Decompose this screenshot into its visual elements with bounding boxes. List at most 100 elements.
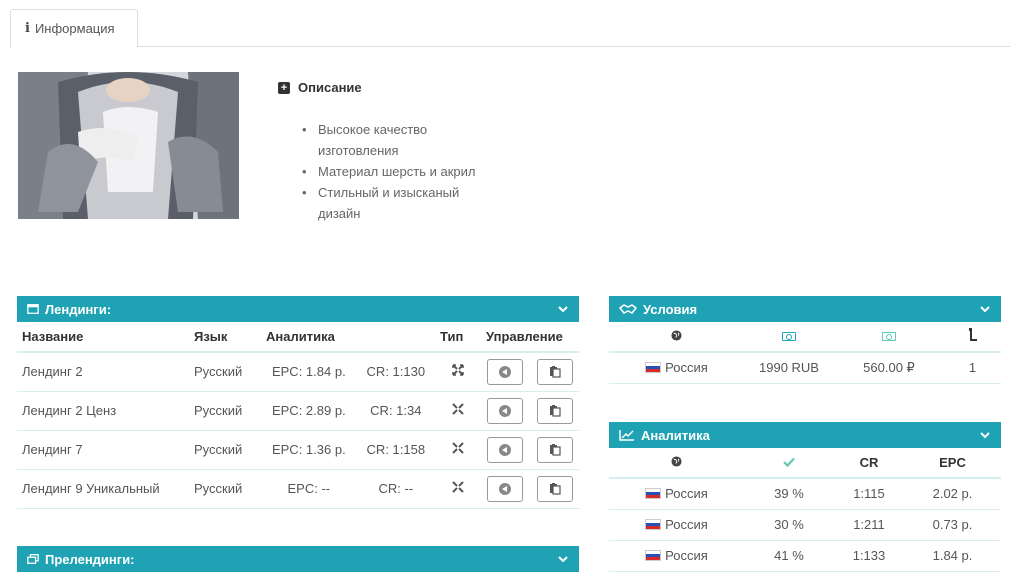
money-icon	[782, 332, 796, 341]
copy-button[interactable]	[536, 475, 573, 502]
conditions-title: Условия	[643, 301, 698, 317]
analytics-panel-header[interactable]: Аналитика	[609, 422, 1001, 448]
condition-price: 1990 RUB	[744, 352, 834, 384]
chevron-down-icon[interactable]	[557, 553, 569, 565]
expand-arrows-icon[interactable]	[452, 403, 464, 415]
play-icon	[499, 365, 512, 378]
preview-button[interactable]	[487, 475, 524, 502]
clipboard-icon	[549, 444, 561, 456]
landings-title: Лендинги:	[45, 301, 112, 317]
russia-flag-icon	[645, 519, 662, 530]
conditions-panel-header[interactable]: Условия	[609, 296, 1001, 322]
landing-cr: CR: 1:34	[356, 391, 435, 431]
analytics-column-epc: EPC	[904, 448, 1001, 479]
description-item: Высокое качество изготовления	[302, 119, 488, 161]
landing-lang: Русский	[189, 469, 261, 509]
analytics-title: Аналитика	[641, 427, 710, 443]
landings-table: Название Язык Аналитика Тип Управление Л…	[17, 322, 579, 509]
landing-cr: CR: --	[356, 469, 435, 509]
copy-button[interactable]	[536, 397, 573, 424]
landings-panel: Лендинги: Название Язык Аналитика Тип Уп…	[17, 296, 579, 509]
analytics-epc: 0.73 р.	[904, 509, 1001, 541]
description-list: Высокое качество изготовления Материал ш…	[278, 119, 538, 224]
landings-panel-header[interactable]: Лендинги:	[17, 296, 579, 322]
table-row: Лендинг 2 Русский EPC: 1.84 р. CR: 1:130	[17, 352, 579, 392]
landing-lang: Русский	[189, 391, 261, 431]
plus-square-icon: +	[278, 81, 290, 94]
expand-arrows-icon[interactable]	[452, 442, 464, 454]
column-header-lang: Язык	[189, 322, 261, 353]
landing-lang: Русский	[189, 352, 261, 392]
description-item: Материал шерсть и акрил	[302, 161, 488, 182]
landing-epc: EPC: 1.36 р.	[261, 430, 357, 470]
play-icon	[499, 482, 512, 495]
prelandings-title: Прелендинги:	[45, 551, 135, 567]
windows-icon	[27, 554, 39, 564]
condition-limit: 1	[944, 352, 1001, 384]
copy-button[interactable]	[536, 358, 573, 385]
line-chart-icon	[619, 430, 634, 441]
analytics-cr: 1:211	[834, 509, 904, 541]
table-row: Лендинг 7 Русский EPC: 1.36 р. CR: 1:158	[17, 430, 579, 470]
analytics-cr: 1:115	[834, 478, 904, 510]
tab-information-label: Информация	[34, 21, 115, 36]
money-icon-payout	[882, 332, 896, 341]
clipboard-icon	[549, 366, 561, 378]
play-icon	[499, 443, 512, 456]
landing-name: Лендинг 7	[17, 430, 189, 470]
analytics-approve: 41 %	[744, 540, 834, 572]
window-icon	[27, 304, 39, 314]
russia-flag-icon	[645, 550, 662, 561]
globe-icon	[671, 330, 682, 341]
description-title: Описание	[298, 80, 362, 95]
table-row: Россия 39 % 1:115 2.02 р.	[609, 478, 1001, 510]
prelandings-panel: Прелендинги:	[17, 546, 579, 572]
copy-button[interactable]	[536, 436, 573, 463]
table-row: Лендинг 2 Ценз Русский EPC: 2.89 р. CR: …	[17, 391, 579, 431]
analytics-country: Россия	[665, 486, 708, 502]
clipboard-icon	[549, 483, 561, 495]
column-header-manage: Управление	[481, 322, 579, 353]
condition-country: Россия	[665, 360, 708, 376]
landing-name: Лендинг 9 Уникальный	[17, 469, 189, 509]
analytics-country: Россия	[665, 548, 708, 563]
description-header[interactable]: + Описание	[278, 80, 538, 95]
landing-cr: CR: 1:130	[356, 352, 435, 392]
chevron-down-icon[interactable]	[557, 303, 569, 315]
analytics-epc: 2.02 р.	[904, 478, 1001, 510]
chevron-down-icon[interactable]	[979, 429, 991, 441]
preview-button[interactable]	[487, 436, 524, 463]
analytics-epc: 1.84 р.	[904, 540, 1001, 572]
landing-name: Лендинг 2 Ценз	[17, 391, 189, 431]
globe-icon	[671, 456, 682, 467]
tab-information[interactable]: i Информация	[10, 9, 138, 48]
table-row: Лендинг 9 Уникальный Русский EPC: -- CR:…	[17, 469, 579, 509]
russia-flag-icon	[645, 362, 662, 374]
landing-cr: CR: 1:158	[356, 430, 435, 470]
condition-payout: 560.00 ₽	[834, 352, 944, 384]
landing-epc: EPC: --	[261, 469, 357, 509]
landing-epc: EPC: 1.84 р.	[261, 352, 357, 392]
tab-bar: i Информация	[10, 9, 1010, 48]
limit-icon	[968, 328, 977, 341]
analytics-approve: 39 %	[744, 478, 834, 510]
chevron-down-icon[interactable]	[979, 303, 991, 315]
landing-name: Лендинг 2	[17, 352, 189, 392]
landing-epc: EPC: 2.89 р.	[261, 391, 357, 431]
analytics-table: CR EPC Россия 39 % 1:115 2.02 р. Россия …	[609, 448, 1001, 572]
prelandings-panel-header[interactable]: Прелендинги:	[17, 546, 579, 572]
description: + Описание Высокое качество изготовления…	[278, 80, 538, 224]
preview-button[interactable]	[487, 358, 524, 385]
analytics-approve: 30 %	[744, 509, 834, 541]
expand-arrows-icon[interactable]	[452, 481, 464, 493]
analytics-column-cr: CR	[834, 448, 904, 479]
play-icon	[499, 404, 512, 417]
info-icon: i	[25, 21, 30, 36]
check-icon	[783, 457, 795, 468]
table-row: Россия 1990 RUB 560.00 ₽ 1	[609, 352, 1001, 384]
preview-button[interactable]	[487, 397, 524, 424]
landing-lang: Русский	[189, 430, 261, 470]
column-header-analytics: Аналитика	[261, 322, 435, 353]
description-item: Стильный и изысканый дизайн	[302, 182, 488, 224]
expand-arrows-icon[interactable]	[452, 364, 464, 376]
